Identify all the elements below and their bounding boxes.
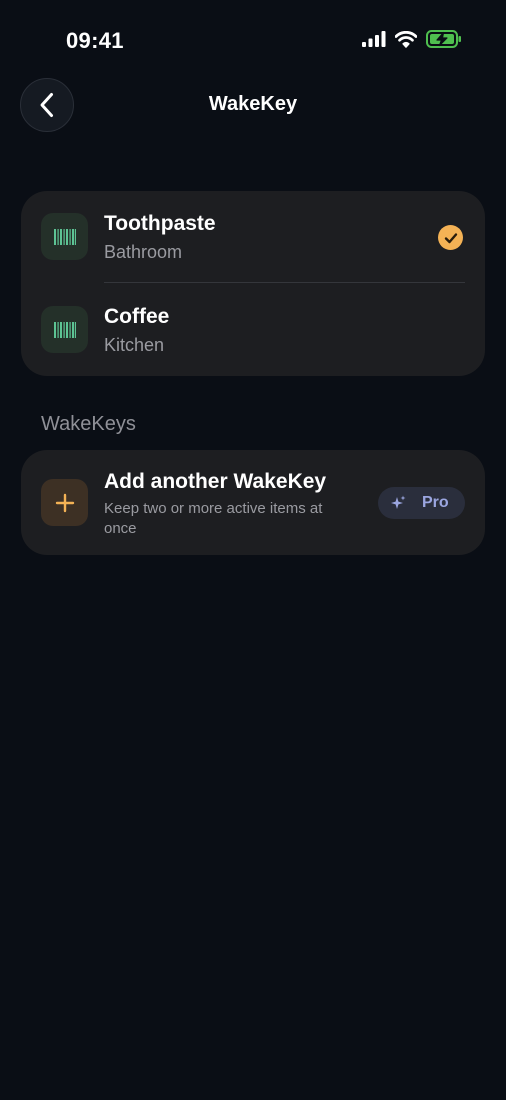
status-bar: 09:41	[0, 0, 506, 80]
row-divider	[104, 282, 465, 283]
item-title: Toothpaste	[104, 212, 216, 235]
status-time: 09:41	[66, 28, 124, 53]
cellular-signal-icon	[362, 31, 386, 47]
navigation-bar: WakeKey	[0, 78, 506, 134]
plus-icon	[41, 479, 88, 526]
status-icons	[362, 30, 462, 48]
barcode-icon	[41, 306, 88, 353]
wifi-icon	[395, 30, 417, 48]
add-wakekey-title: Add another WakeKey	[104, 470, 327, 493]
item-location: Bathroom	[104, 242, 183, 262]
page-title: WakeKey	[208, 93, 298, 115]
add-wakekey-button[interactable]: Add another WakeKey Keep two or more act…	[21, 450, 485, 555]
checkmark-icon	[438, 225, 463, 250]
item-location: Kitchen	[104, 335, 165, 355]
item-title: Coffee	[104, 305, 170, 328]
pro-badge: Pro	[378, 487, 465, 519]
barcode-icon	[41, 213, 88, 260]
section-header: WakeKeys	[41, 413, 136, 435]
pro-label: Pro	[422, 494, 449, 511]
active-items-card: Toothpaste Bathroom Coffee Kitchen	[21, 191, 485, 376]
add-wakekey-subtitle: Keep two or more active items at once	[104, 500, 323, 537]
sparkle-icon	[391, 495, 406, 509]
list-item-toothpaste[interactable]: Toothpaste Bathroom	[21, 191, 485, 283]
battery-charging-icon	[426, 30, 461, 48]
list-item-coffee[interactable]: Coffee Kitchen	[21, 284, 485, 376]
